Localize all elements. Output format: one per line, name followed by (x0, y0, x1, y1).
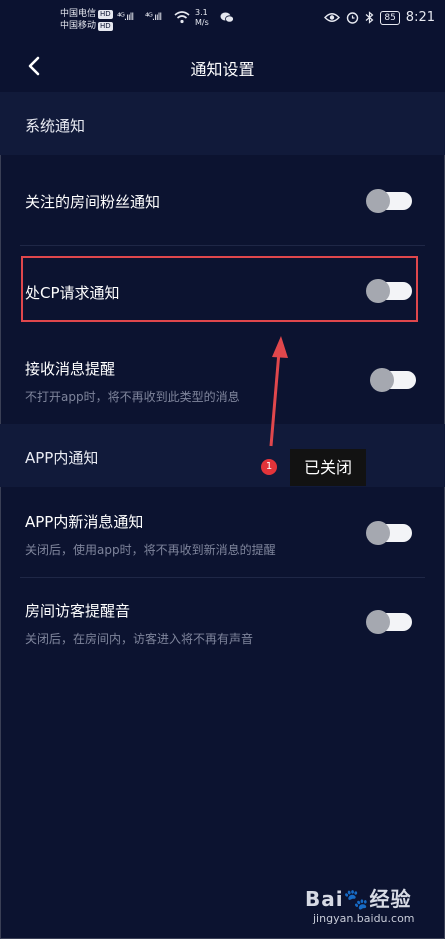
annotation-arrow (269, 336, 288, 447)
annotation-callout: 已关闭 (290, 449, 366, 486)
baidu-watermark: Bai🐾经验 jingyan.baidu.com (305, 883, 425, 931)
watermark-url: jingyan.baidu.com (313, 912, 415, 925)
watermark-brand: Bai🐾经验 (305, 887, 412, 911)
annotation-number-badge: 1 (261, 459, 277, 475)
